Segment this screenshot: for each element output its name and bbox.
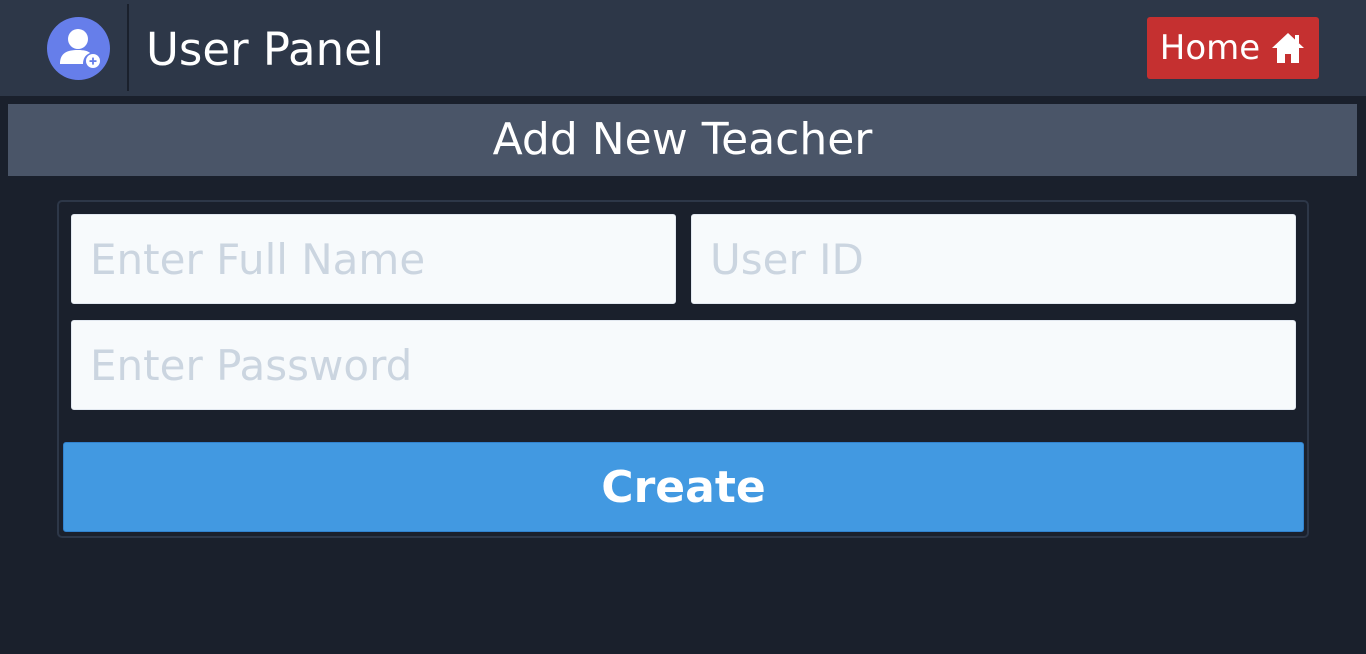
add-teacher-form: Create — [57, 200, 1309, 538]
home-button-label: Home — [1159, 28, 1261, 68]
home-button[interactable]: Home — [1147, 17, 1319, 79]
app-title: User Panel — [146, 23, 385, 76]
user-id-input[interactable] — [691, 214, 1296, 304]
full-name-input[interactable] — [71, 214, 676, 304]
user-add-icon — [47, 17, 110, 80]
create-button[interactable]: Create — [63, 442, 1304, 532]
top-header: User Panel Home — [0, 0, 1366, 96]
page-title: Add New Teacher — [492, 114, 873, 165]
password-input[interactable] — [71, 320, 1296, 410]
section-title-bar: Add New Teacher — [8, 104, 1357, 176]
header-divider — [127, 4, 129, 91]
home-icon — [1270, 31, 1306, 65]
